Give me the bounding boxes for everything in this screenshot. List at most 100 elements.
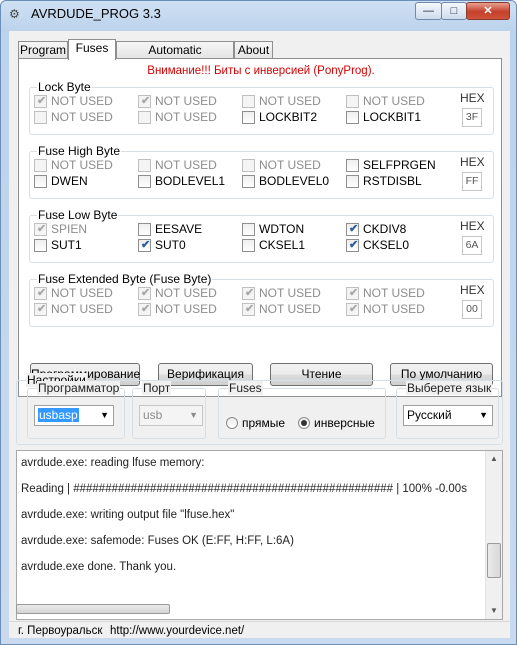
checkbox-box: ✔ xyxy=(242,286,255,300)
app-icon: ⚙ xyxy=(9,7,20,21)
log-line: avrdude.exe: reading lfuse memory: xyxy=(21,457,205,469)
checkbox-box xyxy=(138,110,151,124)
checkmark-icon: ✔ xyxy=(141,302,151,315)
log-horizontal-scrollbar[interactable] xyxy=(16,604,170,614)
checkbox-box: ✔ xyxy=(34,222,47,236)
log-line: Reading | ##############################… xyxy=(21,483,467,495)
fuse-bit-label: NOT USED xyxy=(51,286,113,300)
checkbox-box xyxy=(242,94,255,108)
checkmark-icon: ✔ xyxy=(37,286,47,299)
port-select[interactable]: usb ▼ xyxy=(139,405,203,426)
fuse-bit-label: NOT USED xyxy=(259,158,321,172)
fuse-bit-checkbox: ✔ NOT USED xyxy=(138,302,217,316)
inversion-warning: Внимание!!! Биты с инверсией (PonyProg). xyxy=(147,65,375,77)
hex-value-field[interactable]: FF xyxy=(462,172,482,191)
fuse-bit-checkbox[interactable]: ✔ CKDIV8 xyxy=(346,222,406,236)
checkbox-box: ✔ xyxy=(138,94,151,108)
fuse-bit-checkbox[interactable]: BODLEVEL1 xyxy=(138,174,225,188)
fuse-bit-checkbox: NOT USED xyxy=(242,158,321,172)
fuse-extended-byte-group: Fuse Extended Byte (Fuse Byte) HEX 00 ✔ N… xyxy=(29,272,494,327)
language-label: Выберете язык xyxy=(406,381,493,395)
checkbox-box: ✔ xyxy=(34,286,47,300)
tab-program[interactable]: Program xyxy=(18,41,68,59)
checkmark-icon: ✔ xyxy=(245,286,255,299)
hex-value-field[interactable]: 6A xyxy=(462,236,482,255)
fuse-bit-checkbox[interactable]: BODLEVEL0 xyxy=(242,174,329,188)
checkbox-box: ✔ xyxy=(138,238,151,252)
fuse-bit-checkbox: ✔ NOT USED xyxy=(242,286,321,300)
status-url: http://www.yourdevice.net/ xyxy=(110,625,245,637)
fuse-bit-checkbox[interactable]: SUT1 xyxy=(34,238,82,252)
client-area: Program Fuses Automatic programming Abou… xyxy=(9,31,510,638)
radio-inverse[interactable]: инверсные xyxy=(298,416,375,430)
fuse-high-byte-group: Fuse High Byte HEX FF NOT USED NOT USED NO… xyxy=(29,144,494,199)
fuse-bit-checkbox: ✔ NOT USED xyxy=(34,302,113,316)
scroll-down-icon[interactable]: ▼ xyxy=(486,603,502,619)
fuse-bit-label: NOT USED xyxy=(51,110,113,124)
group-title: Lock Byte xyxy=(37,80,92,94)
checkbox-box: ✔ xyxy=(346,238,359,252)
checkmark-icon: ✔ xyxy=(37,222,47,235)
fuse-bit-checkbox[interactable]: WDTON xyxy=(242,222,304,236)
radio-direct[interactable]: прямые xyxy=(226,416,285,430)
fuse-bit-checkbox: ✔ NOT USED xyxy=(346,286,425,300)
scroll-thumb[interactable] xyxy=(487,543,501,578)
minimize-icon: — xyxy=(423,5,434,17)
fuse-bit-checkbox[interactable]: RSTDISBL xyxy=(346,174,422,188)
chevron-down-icon: ▼ xyxy=(100,410,109,420)
checkbox-box xyxy=(346,94,359,108)
fuse-bit-checkbox[interactable]: DWEN xyxy=(34,174,88,188)
tab-about[interactable]: About xyxy=(234,41,273,59)
fuse-bit-label: NOT USED xyxy=(363,302,425,316)
hex-value-field[interactable]: 00 xyxy=(462,300,482,319)
fuse-bit-label: BODLEVEL1 xyxy=(155,174,226,188)
fuse-bit-label: DWEN xyxy=(51,174,88,188)
hex-value-field[interactable]: 3F xyxy=(462,108,482,127)
checkbox-box xyxy=(346,158,359,172)
fuse-bit-label: NOT USED xyxy=(155,158,217,172)
checkbox-box xyxy=(242,238,255,252)
log-output[interactable]: avrdude.exe: reading lfuse memory: Readi… xyxy=(16,450,503,620)
fuse-bit-label: SUT1 xyxy=(51,238,82,252)
fuse-bit-checkbox: ✔ NOT USED xyxy=(34,94,113,108)
status-bar: г. Первоуральск http://www.yourdevice.ne… xyxy=(9,621,510,638)
tab-automatic-programming[interactable]: Automatic programming xyxy=(116,41,234,73)
fuse-bit-checkbox[interactable]: ✔ CKSEL0 xyxy=(346,238,409,252)
checkbox-box xyxy=(34,238,47,252)
group-title: Fuse Low Byte xyxy=(37,208,119,222)
checkmark-icon: ✔ xyxy=(349,222,359,235)
lock-byte-group: Lock Byte HEX 3F ✔ NOT USED ✔ NOT USED NOT U… xyxy=(29,80,494,135)
fuse-bit-label: WDTON xyxy=(259,222,305,236)
maximize-button[interactable]: □ xyxy=(441,2,467,20)
fuse-bit-checkbox: ✔ NOT USED xyxy=(346,302,425,316)
fuse-bit-checkbox[interactable]: CKSEL1 xyxy=(242,238,305,252)
fuse-bit-label: NOT USED xyxy=(363,286,425,300)
title-bar[interactable]: ⚙ AVRDUDE_PROG 3.3 — □ ✕ xyxy=(1,1,516,27)
close-button[interactable]: ✕ xyxy=(466,2,510,20)
hex-label: HEX xyxy=(460,91,485,105)
fuse-bit-checkbox[interactable]: LOCKBIT1 xyxy=(346,110,421,124)
checkbox-box: ✔ xyxy=(346,286,359,300)
fuse-bit-checkbox[interactable]: SELFPRGEN xyxy=(346,158,436,172)
fuse-bit-checkbox[interactable]: ✔ SUT0 xyxy=(138,238,186,252)
log-vertical-scrollbar[interactable]: ▲ ▼ xyxy=(485,451,502,619)
port-group: Порт usb ▼ xyxy=(132,381,206,439)
checkbox-box xyxy=(346,110,359,124)
programmer-select[interactable]: usbasp ▼ xyxy=(34,405,114,426)
fuse-bit-checkbox[interactable]: LOCKBIT2 xyxy=(242,110,317,124)
fuse-bit-label: SPIEN xyxy=(51,222,88,236)
fuse-bit-checkbox: ✔ NOT USED xyxy=(34,286,113,300)
fuse-bit-checkbox[interactable]: EESAVE xyxy=(138,222,202,236)
fuse-bit-label: BODLEVEL0 xyxy=(259,174,330,188)
checkbox-box xyxy=(242,110,255,124)
checkbox-box: ✔ xyxy=(34,302,47,316)
language-select[interactable]: Русский ▼ xyxy=(403,405,493,426)
tab-fuses[interactable]: Fuses xyxy=(68,39,116,60)
scroll-up-icon[interactable]: ▲ xyxy=(486,451,502,467)
minimize-button[interactable]: — xyxy=(415,2,442,20)
checkbox-box xyxy=(138,174,151,188)
checkbox-box: ✔ xyxy=(138,302,151,316)
group-title: Fuse High Byte xyxy=(37,144,122,158)
checkbox-box xyxy=(34,158,47,172)
checkmark-icon: ✔ xyxy=(141,286,151,299)
